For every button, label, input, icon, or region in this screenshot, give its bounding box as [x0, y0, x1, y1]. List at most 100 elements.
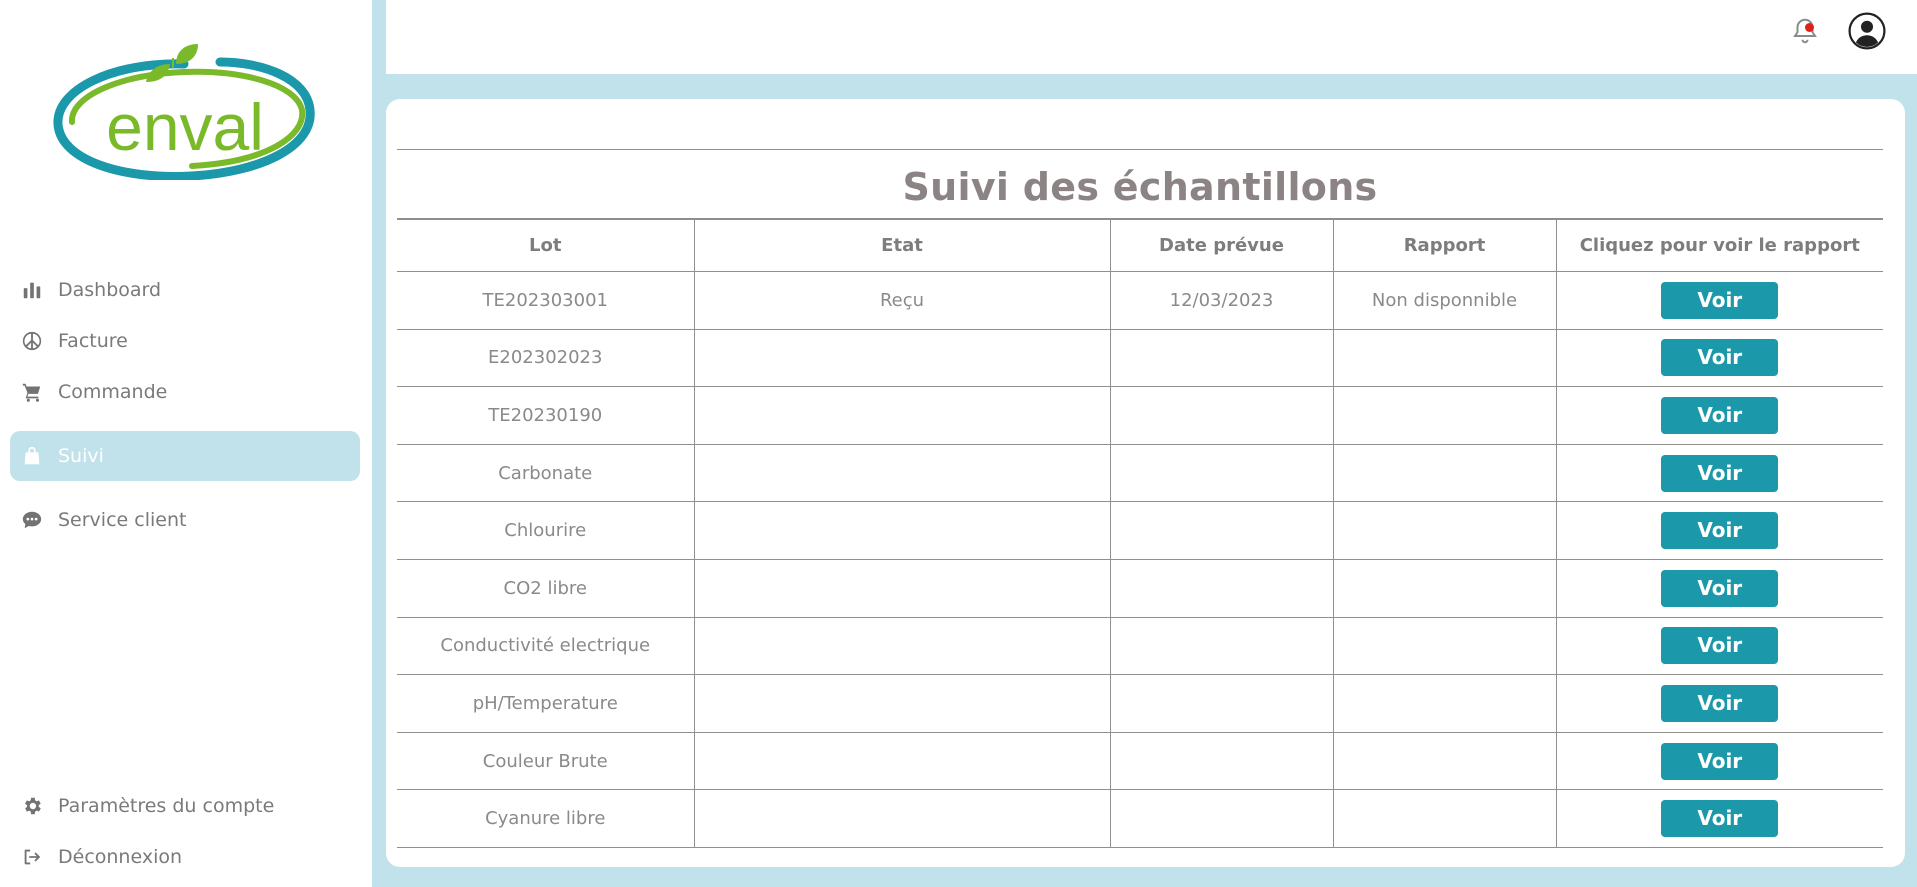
cell-date [1109, 328, 1334, 388]
cell-rapport [1332, 443, 1557, 503]
user-circle-icon[interactable] [1848, 12, 1886, 50]
cell-etat [693, 558, 1111, 618]
gear-icon [20, 794, 44, 818]
column-header-rapport: Rapport [1332, 219, 1557, 272]
sidebar-item-service-client[interactable]: Service client [10, 495, 360, 545]
voir-button[interactable]: Voir [1661, 742, 1779, 780]
cell-date: 12/03/2023 [1109, 271, 1334, 330]
voir-button[interactable]: Voir [1661, 684, 1779, 722]
table-row: Chlourire Voir [397, 501, 1883, 560]
cell-rapport [1332, 616, 1557, 676]
voir-button[interactable]: Voir [1661, 512, 1779, 550]
sidebar-item-label: Facture [58, 330, 128, 352]
chat-icon [20, 508, 44, 532]
cell-date [1109, 616, 1334, 676]
column-header-date: Date prévue [1109, 219, 1334, 272]
logo-text: enval [106, 90, 264, 164]
cell-etat [693, 674, 1111, 733]
cell-action: Voir [1555, 616, 1883, 676]
bar-chart-icon [20, 278, 44, 302]
cell-rapport [1332, 501, 1557, 560]
cell-etat [693, 328, 1111, 388]
cell-lot: CO2 libre [397, 558, 695, 618]
table-row: Cyanure libre Voir [397, 789, 1883, 848]
voir-button[interactable]: Voir [1661, 454, 1779, 492]
top-bar [386, 0, 1917, 74]
cell-lot: TE20230190 [397, 386, 695, 445]
cell-date [1109, 789, 1334, 848]
cell-action: Voir [1555, 443, 1883, 503]
cell-lot: Chlourire [397, 501, 695, 560]
cell-lot: Conductivité electrique [397, 616, 695, 676]
table-row: pH/Temperature Voir [397, 674, 1883, 733]
cell-rapport: Non disponnible [1332, 271, 1557, 330]
table-row: TE202303001 Reçu 12/03/2023 Non disponni… [397, 271, 1883, 330]
column-header-action: Cliquez pour voir le rapport [1555, 219, 1883, 272]
bag-icon [20, 444, 44, 468]
cell-rapport [1332, 731, 1557, 791]
cell-lot: TE202303001 [397, 271, 695, 330]
voir-button[interactable]: Voir [1661, 569, 1779, 607]
samples-table: Lot Etat Date prévue Rapport Cliquez pou… [397, 219, 1883, 848]
cell-etat [693, 731, 1111, 791]
bell-icon[interactable] [1790, 16, 1820, 46]
logout-icon [20, 845, 44, 869]
table-row: TE20230190 Voir [397, 386, 1883, 445]
table-row: E202302023 Voir [397, 328, 1883, 388]
cell-etat [693, 789, 1111, 848]
cell-date [1109, 558, 1334, 618]
cell-etat [693, 616, 1111, 676]
voir-button[interactable]: Voir [1661, 396, 1779, 434]
sidebar: enval Dashboard Facture Commande Suivi S… [0, 0, 372, 887]
sidebar-item-label: Paramètres du compte [58, 795, 275, 817]
cell-date [1109, 443, 1334, 503]
table-header-row: Lot Etat Date prévue Rapport Cliquez pou… [397, 219, 1883, 272]
cell-rapport [1332, 328, 1557, 388]
cell-rapport [1332, 789, 1557, 848]
cell-lot: Carbonate [397, 443, 695, 503]
voir-button[interactable]: Voir [1661, 281, 1779, 319]
sidebar-item-label: Déconnexion [58, 846, 183, 868]
cell-etat [693, 443, 1111, 503]
table-row: Couleur Brute Voir [397, 731, 1883, 791]
sidebar-item-deconnexion[interactable]: Déconnexion [10, 832, 360, 882]
cell-rapport [1332, 386, 1557, 445]
cell-rapport [1332, 558, 1557, 618]
page-title: Suivi des échantillons [902, 165, 1378, 209]
cell-lot: E202302023 [397, 328, 695, 388]
cell-lot: pH/Temperature [397, 674, 695, 733]
table-row: Carbonate Voir [397, 443, 1883, 503]
sidebar-item-parametres[interactable]: Paramètres du compte [10, 781, 360, 831]
cell-lot: Couleur Brute [397, 731, 695, 791]
cell-date [1109, 386, 1334, 445]
cell-etat [693, 386, 1111, 445]
cell-lot: Cyanure libre [397, 789, 695, 848]
cell-date [1109, 674, 1334, 733]
sidebar-item-label: Dashboard [58, 279, 162, 301]
voir-button[interactable]: Voir [1661, 627, 1779, 665]
sidebar-item-suivi[interactable]: Suivi [10, 431, 360, 481]
cell-action: Voir [1555, 558, 1883, 618]
cart-icon [20, 380, 44, 404]
peace-icon [20, 329, 44, 353]
column-header-etat: Etat [693, 219, 1111, 272]
cell-action: Voir [1555, 501, 1883, 560]
cell-date [1109, 501, 1334, 560]
sidebar-item-facture[interactable]: Facture [10, 316, 360, 366]
cell-rapport [1332, 674, 1557, 733]
sidebar-item-label: Suivi [58, 445, 104, 467]
cell-action: Voir [1555, 386, 1883, 445]
voir-button[interactable]: Voir [1661, 800, 1779, 838]
notification-badge [1805, 23, 1814, 32]
sidebar-item-label: Service client [58, 509, 187, 531]
sidebar-item-dashboard[interactable]: Dashboard [10, 265, 360, 315]
cell-action: Voir [1555, 674, 1883, 733]
cell-action: Voir [1555, 789, 1883, 848]
cell-action: Voir [1555, 271, 1883, 330]
sidebar-item-label: Commande [58, 381, 168, 403]
cell-etat: Reçu [693, 271, 1111, 330]
cell-action: Voir [1555, 328, 1883, 388]
table-body: TE202303001 Reçu 12/03/2023 Non disponni… [397, 271, 1883, 848]
voir-button[interactable]: Voir [1661, 339, 1779, 377]
sidebar-item-commande[interactable]: Commande [10, 367, 360, 417]
